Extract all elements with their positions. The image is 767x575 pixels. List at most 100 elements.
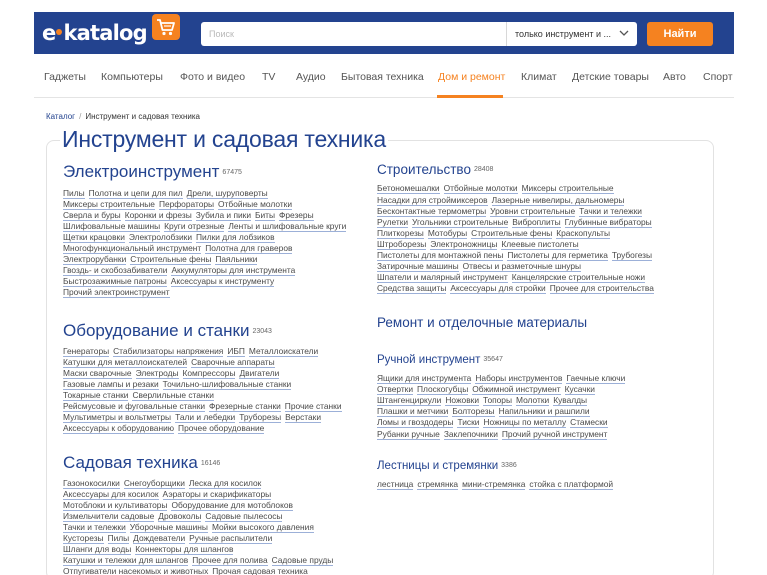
nav-item-photo-video[interactable]: Фото и видео <box>180 70 245 84</box>
category-link[interactable]: Дрели, шуруповерты <box>186 187 268 199</box>
category-link[interactable]: Рубанки ручные <box>377 428 440 440</box>
section-title[interactable]: Строительство 28408 <box>377 160 658 180</box>
nav-item-climate[interactable]: Климат <box>521 70 557 84</box>
category-link[interactable]: Ленты и шлифовальные круги <box>228 220 347 232</box>
category-link[interactable]: Тали и лебедки <box>175 412 236 424</box>
nav-item-computers[interactable]: Компьютеры <box>101 70 163 84</box>
nav-item-audio[interactable]: Аудио <box>296 70 326 84</box>
category-link[interactable]: Зубила и пики <box>195 209 251 221</box>
category-link[interactable]: Перфораторы <box>158 198 215 210</box>
category-link[interactable]: Болторезы <box>452 406 495 418</box>
category-link[interactable]: Генераторы <box>63 345 110 357</box>
category-link[interactable]: Мотобуры <box>427 227 468 239</box>
cart-icon[interactable] <box>152 14 180 40</box>
category-link[interactable]: Мультиметры и вольтметры <box>63 412 172 424</box>
category-link[interactable]: Измельчители садовые <box>63 510 155 522</box>
category-link[interactable]: Точильно-шлифовальные станки <box>162 378 292 390</box>
search-input[interactable] <box>201 22 506 46</box>
category-link[interactable]: Наборы инструментов <box>475 373 563 385</box>
category-link[interactable]: Отбойные молотки <box>218 198 293 210</box>
category-link[interactable]: Бетономешалки <box>377 183 440 195</box>
category-link[interactable]: Электролобзики <box>128 231 192 243</box>
category-link[interactable]: Кусачки <box>564 384 595 396</box>
category-link[interactable]: Газонокосилки <box>63 477 120 489</box>
nav-item-sport[interactable]: Спорт <box>703 70 733 84</box>
category-link[interactable]: Электрорубанки <box>63 254 127 266</box>
category-link[interactable]: стремянка <box>417 479 459 491</box>
category-link[interactable]: Тачки и тележки <box>63 521 126 533</box>
category-link[interactable]: Пистолеты для герметика <box>507 250 608 261</box>
category-link[interactable]: Круги отрезные <box>164 220 225 232</box>
category-link[interactable]: Напильники и рашпили <box>498 406 590 418</box>
category-link[interactable]: Стабилизаторы напряжения <box>113 345 224 357</box>
category-link[interactable]: Верстаки <box>285 412 322 424</box>
category-link[interactable]: Коронки и фрезы <box>124 209 192 221</box>
category-link[interactable]: Оборудование для мотоблоков <box>171 499 293 511</box>
category-link[interactable]: Насадки для строймиксеров <box>377 194 488 206</box>
category-link[interactable]: Электроды <box>135 367 179 379</box>
category-link[interactable]: Канцелярские строительные ножи <box>511 272 646 284</box>
category-link[interactable]: Бесконтактные термометры <box>377 205 487 217</box>
category-link[interactable]: Полотна для граверов <box>205 242 293 254</box>
category-link[interactable]: Токарные станки <box>63 389 129 401</box>
category-link[interactable]: Шланги для воды <box>63 544 132 556</box>
search-scope-select[interactable]: только инструмент и ... <box>506 22 637 46</box>
category-link[interactable]: Прочий ручной инструмент <box>501 428 608 440</box>
category-link[interactable]: Прочие станки <box>284 400 342 412</box>
category-link[interactable]: Коннекторы для шлангов <box>135 544 234 556</box>
category-link[interactable]: Рейсмусовые и фуговальные станки <box>63 400 206 412</box>
section-title[interactable]: Ремонт и отделочные материалы <box>377 313 587 333</box>
category-link[interactable]: Плиткорезы <box>377 227 424 239</box>
category-link[interactable]: Рулетки <box>377 216 409 228</box>
category-link[interactable]: Леска для косилок <box>188 477 262 489</box>
category-link[interactable]: Глубинные вибраторы <box>564 216 652 228</box>
category-link[interactable]: Краскопульты <box>556 227 611 239</box>
category-link[interactable]: Быстрозажимные патроны <box>63 276 167 288</box>
find-button[interactable]: Найти <box>647 22 713 46</box>
category-link[interactable]: ИБП <box>227 345 245 357</box>
category-link[interactable]: Аксессуары для косилок <box>63 488 159 500</box>
category-link[interactable]: Отвесы и разметочные шнуры <box>462 261 582 273</box>
section-title[interactable]: Ручной инструмент 35647 <box>377 350 629 370</box>
category-link[interactable]: Ручные распылители <box>189 532 273 544</box>
category-link[interactable]: Плоскогубцы <box>417 384 469 396</box>
category-link[interactable]: Пилы <box>107 532 130 544</box>
category-link[interactable]: Штангенциркули <box>377 395 442 407</box>
section-title[interactable]: Садовая техника 16146 <box>63 453 337 474</box>
category-link[interactable]: Шпатели и малярный инструмент <box>377 272 508 284</box>
category-link[interactable]: Двигатели <box>239 367 280 379</box>
nav-item-kids[interactable]: Детские товары <box>572 70 649 84</box>
category-link[interactable]: Миксеры строительные <box>63 198 155 210</box>
category-link[interactable]: Угольники строительные <box>412 216 509 228</box>
category-link[interactable]: Многофункциональный инструмент <box>63 242 202 254</box>
category-link[interactable]: Катушки и тележки для шлангов <box>63 555 189 567</box>
nav-item-tv[interactable]: TV <box>262 70 275 84</box>
category-link[interactable]: Ящики для инструмента <box>377 373 472 385</box>
category-link[interactable]: Лазерные нивелиры, дальномеры <box>491 194 625 206</box>
category-link[interactable]: Маски сварочные <box>63 367 132 379</box>
category-link[interactable]: Катушки для металлоискателей <box>63 356 188 368</box>
category-link[interactable]: Мойки высокого давления <box>211 521 314 533</box>
category-link[interactable]: Уровни строительные <box>490 205 576 217</box>
category-link[interactable]: Затирочные машины <box>377 261 459 273</box>
category-link[interactable]: Штроборезы <box>377 238 427 250</box>
category-link[interactable]: Заклепочники <box>443 428 498 440</box>
category-link[interactable]: Дровоколы <box>158 510 202 522</box>
category-link[interactable]: Клеевые пистолеты <box>501 238 579 250</box>
category-link[interactable]: Трубогезы <box>611 250 653 261</box>
category-link[interactable]: Снегоуборщики <box>123 477 185 489</box>
category-link[interactable]: Отвертки <box>377 384 414 396</box>
category-link[interactable]: Гаечные ключи <box>566 373 626 385</box>
nav-item-home-repair[interactable]: Дом и ремонт <box>438 70 505 84</box>
category-link[interactable]: Садовые пылесосы <box>205 510 283 522</box>
category-link[interactable]: Отбойные молотки <box>443 183 518 195</box>
category-link[interactable]: Плашки и метчики <box>377 406 449 418</box>
category-link[interactable]: Щетки крацовки <box>63 231 125 243</box>
category-link[interactable]: Топоры <box>483 395 512 407</box>
category-link[interactable]: Прочий электроинструмент <box>63 287 170 299</box>
category-link[interactable]: Аксессуары к оборудованию <box>63 423 175 435</box>
category-link[interactable]: стойка с платформой <box>529 479 614 491</box>
category-link[interactable]: Виброплиты <box>512 216 561 228</box>
category-link[interactable]: Сверла и буры <box>63 209 121 221</box>
category-link[interactable]: Тачки и тележки <box>579 205 642 217</box>
